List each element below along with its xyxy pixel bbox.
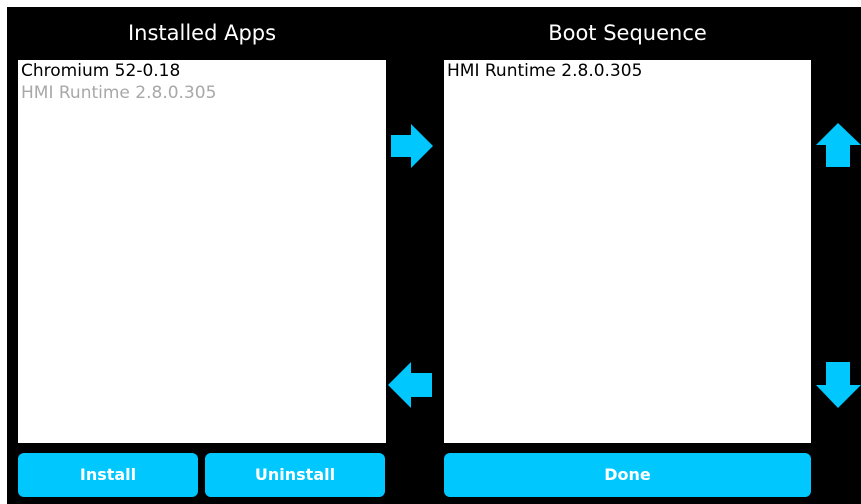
list-item-hmi-runtime[interactable]: HMI Runtime 2.8.0.305 [444, 60, 811, 82]
arrow-right-icon [391, 124, 433, 168]
app-screen: Installed Apps Chromium 52-0.18 HMI Runt… [7, 7, 861, 504]
boot-sequence-list[interactable]: HMI Runtime 2.8.0.305 [444, 60, 811, 443]
arrow-down-icon [816, 362, 861, 408]
installed-apps-list[interactable]: Chromium 52-0.18 HMI Runtime 2.8.0.305 [18, 60, 386, 443]
uninstall-button[interactable]: Uninstall [205, 453, 385, 497]
move-down-button[interactable] [816, 362, 861, 408]
move-up-button[interactable] [816, 123, 861, 167]
list-item-hmi-runtime[interactable]: HMI Runtime 2.8.0.305 [18, 82, 386, 104]
add-to-boot-button[interactable] [389, 124, 433, 168]
done-button[interactable]: Done [444, 453, 811, 497]
installed-apps-title: Installed Apps [127, 21, 277, 45]
arrow-left-icon [388, 362, 432, 408]
remove-from-boot-button[interactable] [388, 362, 434, 408]
arrow-up-icon [816, 123, 861, 167]
boot-sequence-title: Boot Sequence [548, 21, 707, 45]
list-item-chromium[interactable]: Chromium 52-0.18 [18, 60, 386, 82]
install-button[interactable]: Install [18, 453, 198, 497]
